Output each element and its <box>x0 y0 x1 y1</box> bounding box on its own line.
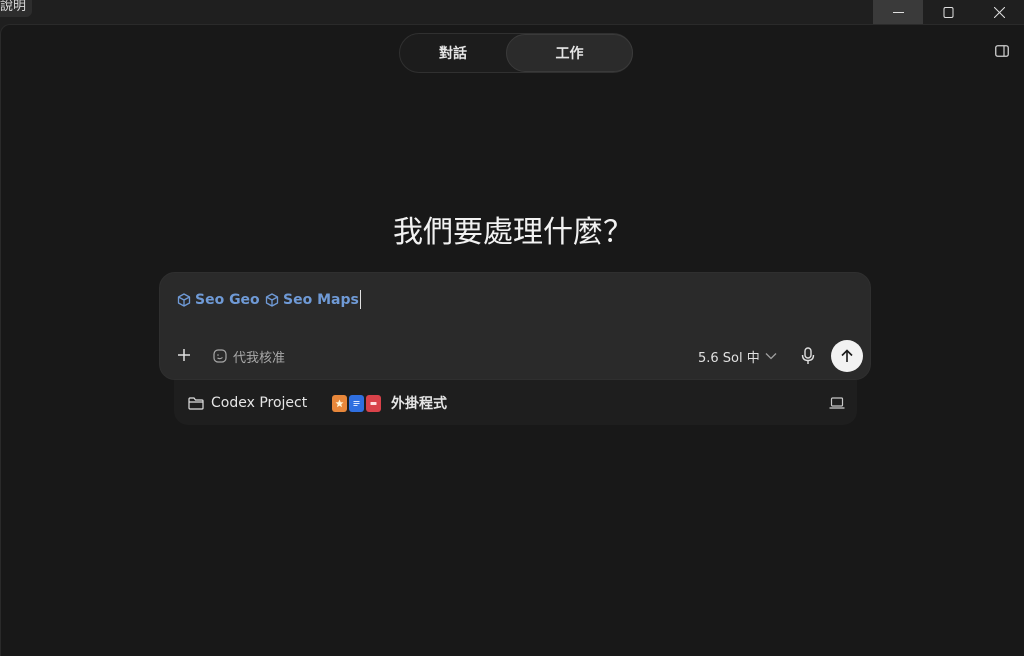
close-button[interactable] <box>974 0 1024 24</box>
plugins-label: 外掛程式 <box>391 396 447 412</box>
cube-icon <box>265 293 279 307</box>
panel-icon <box>995 45 1009 57</box>
plugins-selector[interactable]: 外掛程式 <box>332 393 447 413</box>
skill-chip[interactable]: Seo Geo <box>177 290 260 310</box>
folder-icon <box>188 396 204 410</box>
chevron-down-icon <box>765 353 777 360</box>
page-heading: 我們要處理什麼？ <box>393 215 633 250</box>
maximize-button[interactable] <box>923 0 973 24</box>
auto-approve-toggle[interactable]: 代我核准 <box>213 346 285 366</box>
microphone-icon <box>801 347 815 364</box>
context-bar: Codex Project 外掛程式 <box>174 380 857 425</box>
sidebar-toggle-button[interactable] <box>994 44 1010 58</box>
chip-label: Seo Maps <box>283 292 359 308</box>
cube-icon <box>177 293 191 307</box>
send-button[interactable] <box>831 340 863 372</box>
orange-bookmark-icon <box>332 394 347 412</box>
red-pdf-icon <box>366 394 381 412</box>
environment-button[interactable] <box>828 395 846 411</box>
minimize-button[interactable] <box>873 0 923 24</box>
tab-work[interactable]: 工作 <box>506 34 633 72</box>
title-bar: 說明 <box>0 0 1024 24</box>
chip-label: Seo Geo <box>195 292 260 308</box>
arrow-up-icon <box>841 349 853 362</box>
maximize-icon <box>943 6 953 18</box>
composer[interactable]: Seo Geo Seo Maps 代我核准 5.6 Sol 中 <box>159 272 871 380</box>
model-select[interactable]: 5.6 Sol 中 <box>698 346 777 366</box>
shield-face-icon <box>213 349 227 363</box>
add-attachment-button[interactable] <box>174 345 194 365</box>
project-selector[interactable]: Codex Project <box>188 393 307 413</box>
tab-chat[interactable]: 對話 <box>400 34 506 72</box>
close-icon <box>993 6 1005 18</box>
main-panel: 對話 工作 我們要處理什麼？ Seo Geo Seo Maps 代我核准 5.6… <box>0 24 1024 656</box>
voice-input-button[interactable] <box>799 346 817 366</box>
auto-approve-label: 代我核准 <box>233 350 286 366</box>
minimize-icon <box>892 11 904 13</box>
blue-doc-icon <box>349 394 364 412</box>
laptop-icon <box>829 397 845 409</box>
project-label: Codex Project <box>211 395 308 411</box>
text-cursor <box>360 290 361 309</box>
model-label: 5.6 Sol 中 <box>698 350 760 366</box>
plus-icon <box>178 349 190 361</box>
mode-toggle: 對話 工作 <box>399 33 633 73</box>
skill-chip[interactable]: Seo Maps <box>265 290 359 310</box>
menu-help[interactable]: 說明 <box>0 0 33 17</box>
